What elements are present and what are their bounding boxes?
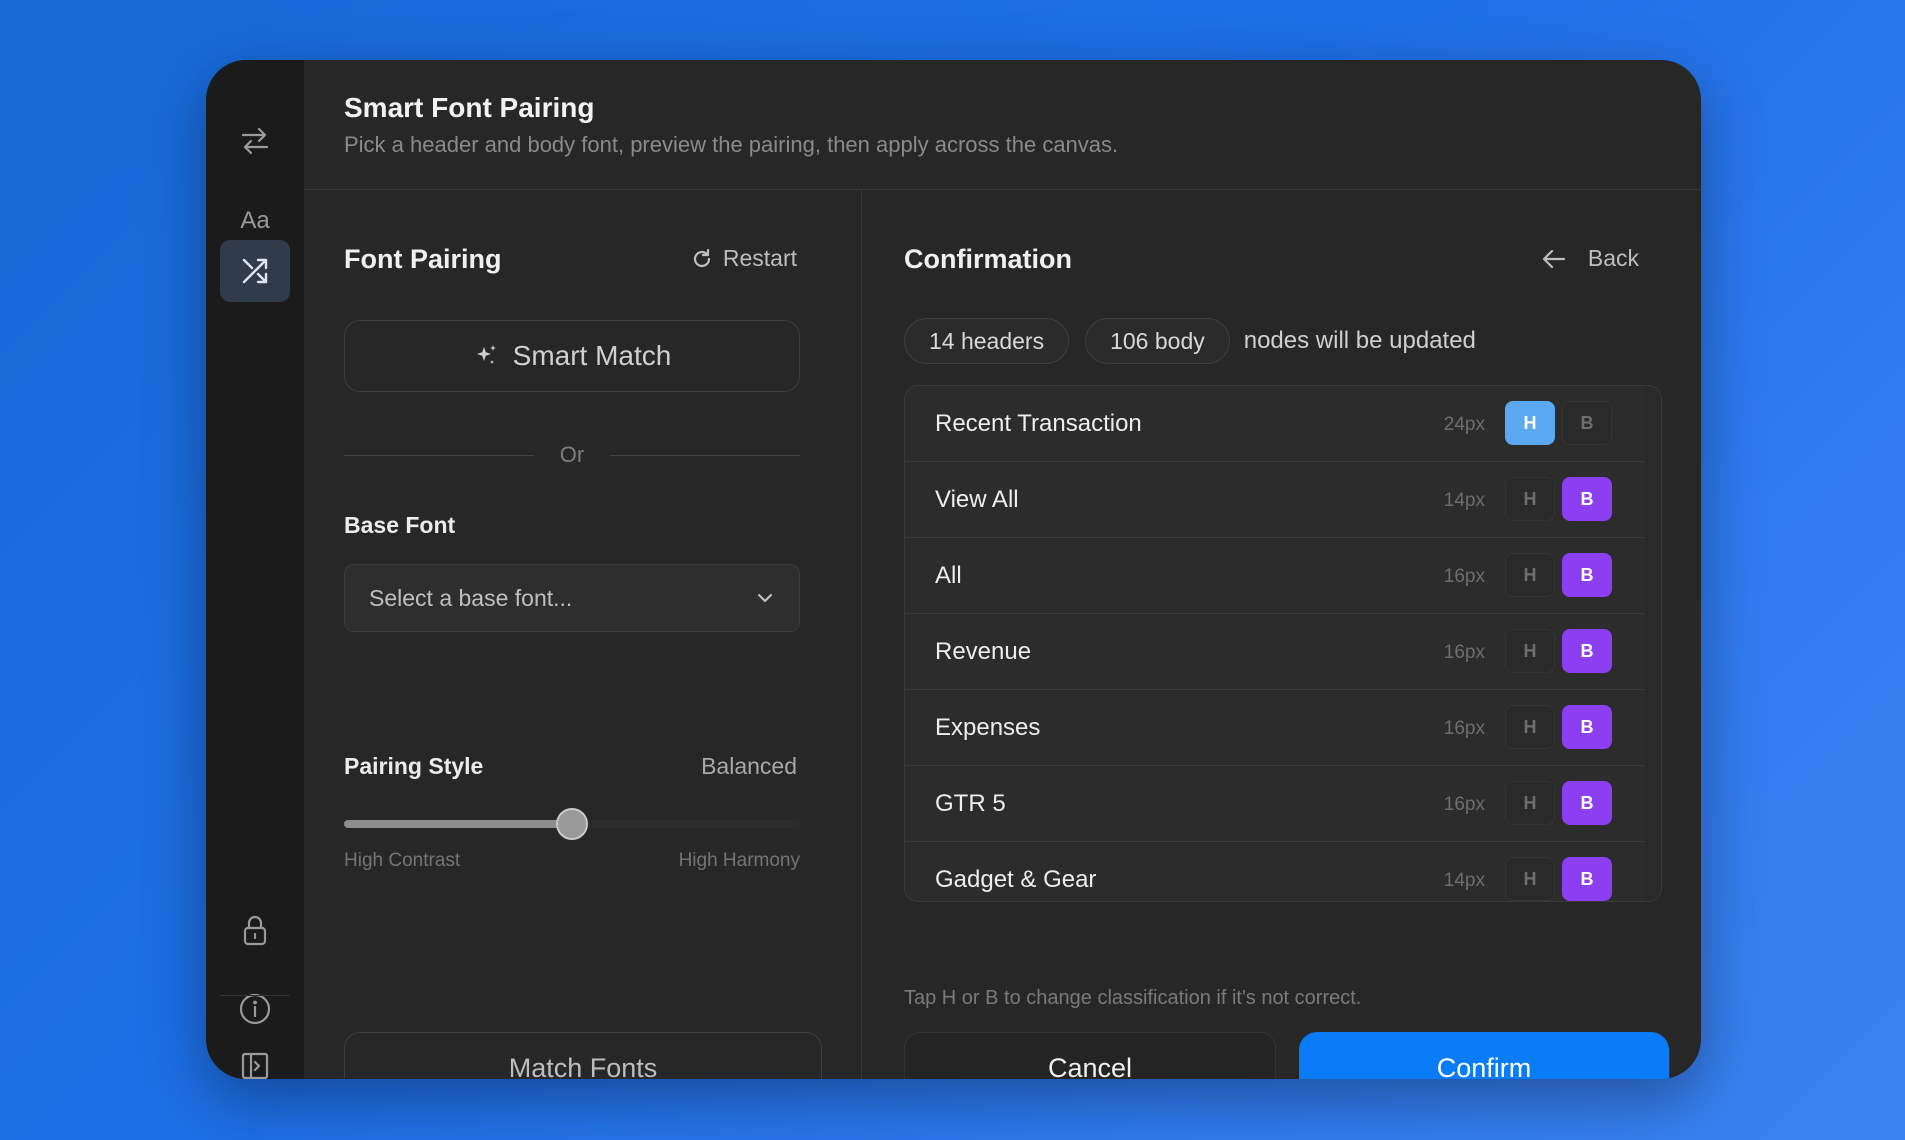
page-subtitle: Pick a header and body font, preview the… bbox=[344, 132, 1119, 157]
table-row: Revenue 16px H B bbox=[905, 614, 1645, 690]
sparkle-icon bbox=[476, 345, 496, 364]
header-toggle-button[interactable]: H bbox=[1505, 781, 1555, 825]
table-row: Gadget & Gear 14px H B bbox=[905, 842, 1645, 901]
body-toggle-button[interactable]: B bbox=[1562, 705, 1612, 749]
header-toggle-button[interactable]: H bbox=[1505, 705, 1555, 749]
header-toggle-button[interactable]: H bbox=[1505, 857, 1555, 901]
base-font-placeholder: Select a base font... bbox=[369, 584, 573, 611]
cancel-label: Cancel bbox=[1047, 1052, 1133, 1080]
table-row: GTR 5 16px H B bbox=[905, 766, 1645, 842]
page-title: Smart Font Pairing bbox=[344, 92, 595, 123]
body-count-chip: 106 body bbox=[1085, 318, 1230, 364]
cancel-button[interactable]: Cancel bbox=[904, 1032, 1276, 1079]
panel-title: Confirmation bbox=[904, 244, 1072, 274]
shuffle-icon[interactable] bbox=[220, 240, 290, 302]
slider-max-label: High Harmony bbox=[678, 850, 800, 871]
node-list: Recent Transaction 24px H B View All 14px H B Al… bbox=[904, 385, 1662, 902]
header-toggle-button[interactable]: H bbox=[1505, 553, 1555, 597]
or-divider: Or bbox=[344, 440, 800, 470]
classification-hint: Tap H or B to change classification if i… bbox=[904, 987, 1362, 1009]
smart-match-button[interactable]: Smart Match bbox=[344, 320, 800, 392]
restart-button[interactable]: Restart bbox=[691, 245, 797, 272]
chevron-down-icon bbox=[757, 593, 773, 603]
node-name: Revenue bbox=[935, 638, 1032, 665]
node-name: Recent Transaction bbox=[935, 410, 1142, 437]
node-name: GTR 5 bbox=[935, 790, 1006, 817]
base-font-label: Base Font bbox=[344, 512, 456, 538]
match-fonts-label: Match Fonts bbox=[508, 1052, 658, 1080]
table-row: Expenses 16px H B bbox=[905, 690, 1645, 766]
pairing-style-slider[interactable] bbox=[344, 804, 800, 844]
node-font-size: 16px bbox=[1443, 794, 1485, 815]
confirmation-panel: Confirmation Back 14 headers 106 body no… bbox=[862, 190, 1701, 1079]
base-font-select[interactable]: Select a base font... bbox=[344, 564, 800, 632]
node-font-size: 16px bbox=[1443, 718, 1485, 739]
back-label: Back bbox=[1587, 245, 1639, 271]
node-font-size: 24px bbox=[1443, 414, 1485, 435]
update-summary: 14 headers 106 body nodes will be update… bbox=[904, 318, 1476, 364]
node-name: View All bbox=[935, 486, 1019, 513]
node-font-size: 14px bbox=[1443, 490, 1485, 511]
font-pairing-window: Aa Smart Font Pairing Pick a header and … bbox=[206, 60, 1701, 1079]
dialog-header: Smart Font Pairing Pick a header and bod… bbox=[304, 60, 1701, 190]
node-name: Expenses bbox=[935, 714, 1041, 741]
back-button[interactable]: Back bbox=[1542, 245, 1639, 272]
swap-arrows-icon[interactable] bbox=[220, 110, 290, 172]
table-row: All 16px H B bbox=[905, 538, 1645, 614]
panel-title: Font Pairing bbox=[344, 244, 502, 274]
body-toggle-button[interactable]: B bbox=[1562, 857, 1612, 901]
body-toggle-button[interactable]: B bbox=[1562, 781, 1612, 825]
pairing-style-value: Balanced bbox=[701, 753, 797, 779]
rail-divider bbox=[220, 995, 290, 996]
restart-label: Restart bbox=[722, 245, 797, 271]
lock-icon[interactable] bbox=[220, 900, 290, 962]
slider-min-label: High Contrast bbox=[344, 850, 461, 871]
node-font-size: 16px bbox=[1443, 566, 1485, 587]
confirm-label: Confirm bbox=[1436, 1052, 1532, 1080]
divider-line bbox=[610, 455, 800, 456]
slider-fill bbox=[344, 820, 572, 828]
body-toggle-button[interactable]: B bbox=[1562, 401, 1612, 445]
typography-icon-label: Aa bbox=[240, 207, 270, 234]
icon-rail: Aa bbox=[206, 60, 304, 1079]
table-row: View All 14px H B bbox=[905, 462, 1645, 538]
header-toggle-button[interactable]: H bbox=[1505, 477, 1555, 521]
confirm-button[interactable]: Confirm bbox=[1299, 1032, 1669, 1079]
sidebar-toggle-icon[interactable] bbox=[220, 1035, 290, 1079]
info-icon[interactable] bbox=[220, 978, 290, 1040]
node-name: Gadget & Gear bbox=[935, 866, 1097, 893]
table-row: Recent Transaction 24px H B bbox=[905, 386, 1645, 462]
scrollbar[interactable] bbox=[1645, 386, 1661, 901]
node-font-size: 16px bbox=[1443, 642, 1485, 663]
arrow-left-icon bbox=[1542, 249, 1565, 268]
update-note: nodes will be updated bbox=[1243, 327, 1476, 354]
slider-labels: High Contrast High Harmony bbox=[344, 850, 800, 872]
slider-thumb[interactable] bbox=[556, 808, 588, 840]
restart-icon bbox=[693, 248, 710, 267]
node-font-size: 14px bbox=[1443, 870, 1485, 891]
match-fonts-button[interactable]: Match Fonts bbox=[344, 1032, 822, 1079]
smart-match-label: Smart Match bbox=[512, 340, 672, 371]
header-toggle-button[interactable]: H bbox=[1505, 629, 1555, 673]
body-toggle-button[interactable]: B bbox=[1562, 553, 1612, 597]
node-name: All bbox=[935, 562, 962, 589]
font-pairing-panel: Font Pairing Restart Smart Match Or Base… bbox=[304, 190, 862, 1079]
pairing-style-label: Pairing Style bbox=[344, 753, 484, 779]
headers-count-chip: 14 headers bbox=[904, 318, 1070, 364]
header-toggle-button[interactable]: H bbox=[1505, 401, 1555, 445]
body-toggle-button[interactable]: B bbox=[1562, 477, 1612, 521]
body-toggle-button[interactable]: B bbox=[1562, 629, 1612, 673]
